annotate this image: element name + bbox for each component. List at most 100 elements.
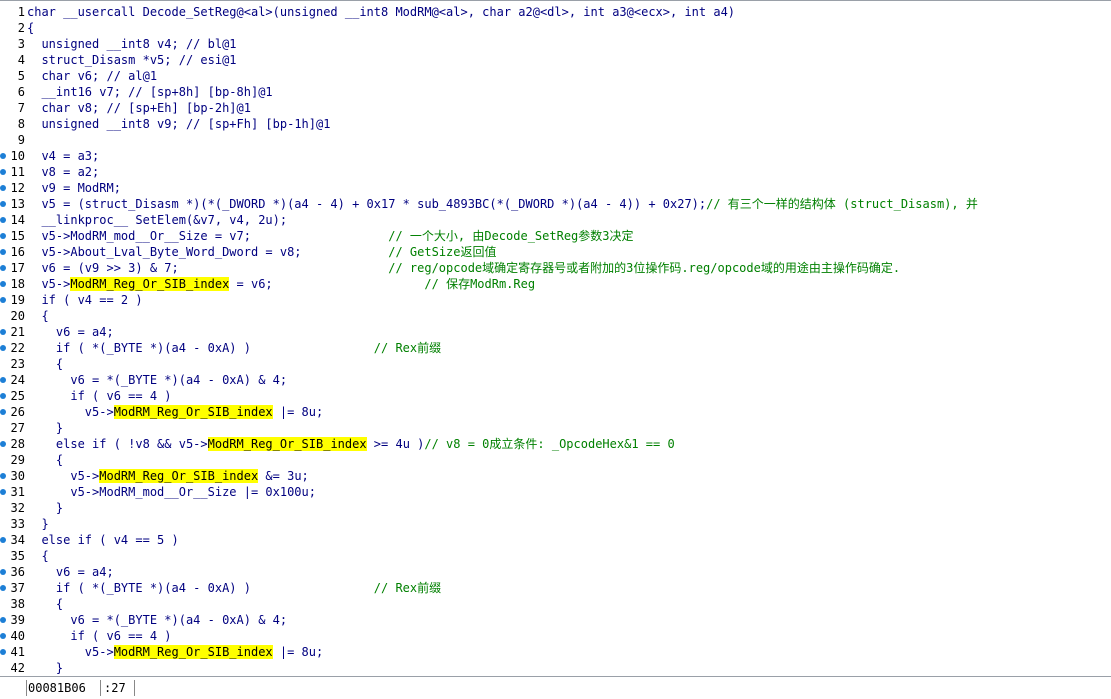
code-line[interactable]: 37 if ( *(_BYTE *)(a4 - 0xA) ) // Rex前缀 <box>0 580 1111 596</box>
line-gutter[interactable]: 33 <box>0 516 26 532</box>
code-text[interactable]: struct_Disasm *v5; // esi@1 <box>27 52 236 68</box>
code-line[interactable]: 1 char __usercall Decode_SetReg@<al>(unsi… <box>0 4 1111 20</box>
line-gutter[interactable]: 8 <box>0 116 26 132</box>
line-gutter[interactable]: 3 <box>0 36 26 52</box>
line-gutter[interactable]: 14 <box>0 212 26 228</box>
code-text[interactable]: if ( *(_BYTE *)(a4 - 0xA) ) // Rex前缀 <box>27 580 441 596</box>
line-gutter[interactable]: 11 <box>0 164 26 180</box>
code-line[interactable]: 34 else if ( v4 == 5 ) <box>0 532 1111 548</box>
code-text[interactable]: if ( v6 == 4 ) <box>27 628 171 644</box>
line-gutter[interactable]: 38 <box>0 596 26 612</box>
line-gutter[interactable]: 23 <box>0 356 26 372</box>
breakpoint-dot-icon[interactable] <box>0 329 6 335</box>
code-text[interactable]: } <box>27 516 48 532</box>
code-line[interactable]: 14 __linkproc__ SetElem(&v7, v4, 2u); <box>0 212 1111 228</box>
breakpoint-dot-icon[interactable] <box>0 345 6 351</box>
breakpoint-dot-icon[interactable] <box>0 249 6 255</box>
code-line[interactable]: 20 { <box>0 308 1111 324</box>
line-gutter[interactable]: 29 <box>0 452 26 468</box>
code-text[interactable]: } <box>27 660 63 676</box>
breakpoint-dot-icon[interactable] <box>0 377 6 383</box>
code-line[interactable]: 24 v6 = *(_BYTE *)(a4 - 0xA) & 4; <box>0 372 1111 388</box>
code-line[interactable]: 23 { <box>0 356 1111 372</box>
code-text[interactable]: if ( v4 == 2 ) <box>27 292 142 308</box>
code-text[interactable]: { <box>27 596 63 612</box>
code-line[interactable]: 21 v6 = a4; <box>0 324 1111 340</box>
breakpoint-dot-icon[interactable] <box>0 585 6 591</box>
line-gutter[interactable]: 19 <box>0 292 26 308</box>
code-line[interactable]: 28 else if ( !v8 && v5->ModRM_Reg_Or_SIB… <box>0 436 1111 452</box>
code-line[interactable]: 31 v5->ModRM_mod__Or__Size |= 0x100u; <box>0 484 1111 500</box>
code-text[interactable]: v9 = ModRM; <box>27 180 120 196</box>
line-gutter[interactable]: 25 <box>0 388 26 404</box>
code-text[interactable]: v5->ModRM_Reg_Or_SIB_index = v6; // 保存Mo… <box>27 276 535 292</box>
line-gutter[interactable]: 41 <box>0 644 26 660</box>
code-line[interactable]: 7 char v8; // [sp+Eh] [bp-2h]@1 <box>0 100 1111 116</box>
code-text[interactable]: v4 = a3; <box>27 148 99 164</box>
line-gutter[interactable]: 30 <box>0 468 26 484</box>
breakpoint-dot-icon[interactable] <box>0 281 6 287</box>
code-line[interactable]: 27 } <box>0 420 1111 436</box>
code-text[interactable]: { <box>27 20 34 36</box>
code-text[interactable]: { <box>27 452 63 468</box>
code-text[interactable]: else if ( v4 == 5 ) <box>27 532 178 548</box>
line-gutter[interactable]: 17 <box>0 260 26 276</box>
code-text[interactable]: v6 = a4; <box>27 324 114 340</box>
code-line[interactable]: 22 if ( *(_BYTE *)(a4 - 0xA) ) // Rex前缀 <box>0 340 1111 356</box>
code-text[interactable]: { <box>27 308 48 324</box>
line-gutter[interactable]: 12 <box>0 180 26 196</box>
code-text[interactable]: v5->ModRM_Reg_Or_SIB_index |= 8u; <box>27 404 323 420</box>
line-gutter[interactable]: 42 <box>0 660 26 676</box>
breakpoint-dot-icon[interactable] <box>0 473 6 479</box>
line-gutter[interactable]: 20 <box>0 308 26 324</box>
code-line[interactable]: 18 v5->ModRM_Reg_Or_SIB_index = v6; // 保… <box>0 276 1111 292</box>
line-gutter[interactable]: 37 <box>0 580 26 596</box>
breakpoint-dot-icon[interactable] <box>0 393 6 399</box>
breakpoint-dot-icon[interactable] <box>0 297 6 303</box>
code-line[interactable]: 3 unsigned __int8 v4; // bl@1 <box>0 36 1111 52</box>
code-line[interactable]: 40 if ( v6 == 4 ) <box>0 628 1111 644</box>
breakpoint-dot-icon[interactable] <box>0 537 6 543</box>
code-line[interactable]: 29 { <box>0 452 1111 468</box>
code-line[interactable]: 42 } <box>0 660 1111 676</box>
line-gutter[interactable]: 13 <box>0 196 26 212</box>
line-gutter[interactable]: 4 <box>0 52 26 68</box>
code-line[interactable]: 16 v5->About_Lval_Byte_Word_Dword = v8; … <box>0 244 1111 260</box>
code-line[interactable]: 6 __int16 v7; // [sp+8h] [bp-8h]@1 <box>0 84 1111 100</box>
code-text[interactable]: unsigned __int8 v4; // bl@1 <box>27 36 236 52</box>
highlighted-identifier[interactable]: ModRM_Reg_Or_SIB_index <box>113 645 273 659</box>
line-gutter[interactable]: 10 <box>0 148 26 164</box>
line-gutter[interactable]: 15 <box>0 228 26 244</box>
code-text[interactable]: v5->ModRM_mod__Or__Size |= 0x100u; <box>27 484 316 500</box>
code-line[interactable]: 15 v5->ModRM_mod__Or__Size = v7; // 一个大小… <box>0 228 1111 244</box>
code-line[interactable]: 26 v5->ModRM_Reg_Or_SIB_index |= 8u; <box>0 404 1111 420</box>
code-text[interactable]: { <box>27 356 63 372</box>
breakpoint-dot-icon[interactable] <box>0 409 6 415</box>
code-line[interactable]: 19 if ( v4 == 2 ) <box>0 292 1111 308</box>
code-line[interactable]: 13 v5 = (struct_Disasm *)(*(_DWORD *)(a4… <box>0 196 1111 212</box>
highlighted-identifier[interactable]: ModRM_Reg_Or_SIB_index <box>207 437 367 451</box>
breakpoint-dot-icon[interactable] <box>0 153 6 159</box>
code-line[interactable]: 4 struct_Disasm *v5; // esi@1 <box>0 52 1111 68</box>
code-text[interactable]: v6 = *(_BYTE *)(a4 - 0xA) & 4; <box>27 612 287 628</box>
line-gutter[interactable]: 1 <box>0 4 26 20</box>
code-text[interactable]: __int16 v7; // [sp+8h] [bp-8h]@1 <box>27 84 272 100</box>
code-line[interactable]: 5 char v6; // al@1 <box>0 68 1111 84</box>
code-text[interactable]: v6 = (v9 >> 3) & 7; // reg/opcode域确定寄存器号… <box>27 260 900 276</box>
line-gutter[interactable]: 22 <box>0 340 26 356</box>
code-text[interactable]: } <box>27 420 63 436</box>
code-text[interactable]: if ( *(_BYTE *)(a4 - 0xA) ) // Rex前缀 <box>27 340 441 356</box>
breakpoint-dot-icon[interactable] <box>0 233 6 239</box>
breakpoint-dot-icon[interactable] <box>0 169 6 175</box>
line-gutter[interactable]: 18 <box>0 276 26 292</box>
code-text[interactable]: v8 = a2; <box>27 164 99 180</box>
line-gutter[interactable]: 7 <box>0 100 26 116</box>
breakpoint-dot-icon[interactable] <box>0 185 6 191</box>
breakpoint-dot-icon[interactable] <box>0 265 6 271</box>
line-gutter[interactable]: 28 <box>0 436 26 452</box>
line-gutter[interactable]: 9 <box>0 132 26 148</box>
code-text[interactable]: char v8; // [sp+Eh] [bp-2h]@1 <box>27 100 251 116</box>
code-line[interactable]: 10 v4 = a3; <box>0 148 1111 164</box>
code-text[interactable]: v6 = *(_BYTE *)(a4 - 0xA) & 4; <box>27 372 287 388</box>
line-gutter[interactable]: 24 <box>0 372 26 388</box>
